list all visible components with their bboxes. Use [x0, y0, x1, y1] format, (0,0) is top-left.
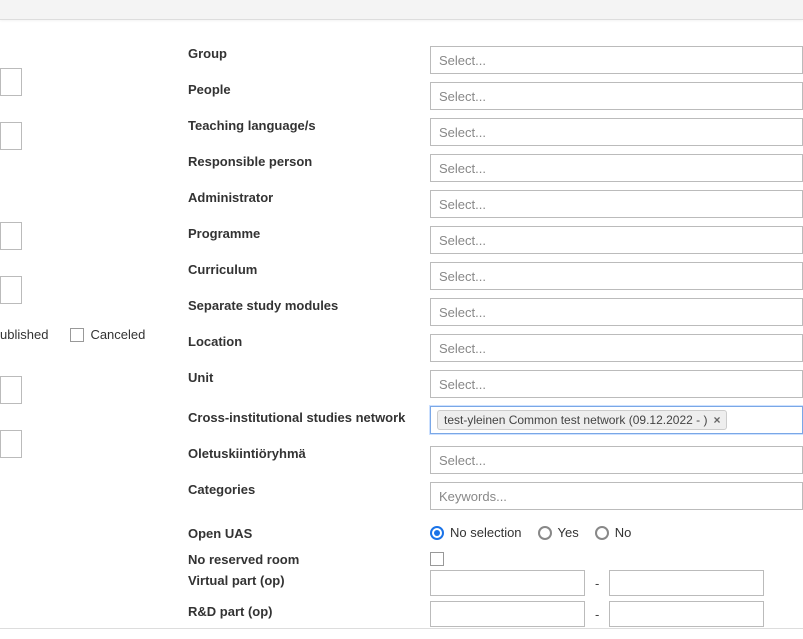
status-checkbox-row: ublished Canceled — [0, 327, 145, 342]
open-uas-no-selection-option[interactable]: No selection — [430, 525, 522, 540]
location-placeholder: Select... — [439, 341, 486, 356]
curriculum-select[interactable]: Select... — [430, 262, 803, 290]
administrator-placeholder: Select... — [439, 197, 486, 212]
radio-yes[interactable] — [538, 526, 552, 540]
teaching-language-placeholder: Select... — [439, 125, 486, 140]
open-uas-yes-option[interactable]: Yes — [538, 525, 579, 540]
canceled-checkbox[interactable] — [70, 328, 84, 342]
programme-placeholder: Select... — [439, 233, 486, 248]
open-uas-no-option[interactable]: No — [595, 525, 632, 540]
cross-institutional-select[interactable]: test-yleinen Common test network (09.12.… — [430, 406, 803, 434]
radio-no-selection[interactable] — [430, 526, 444, 540]
location-label: Location — [188, 334, 242, 349]
group-label: Group — [188, 46, 227, 61]
categories-input[interactable]: Keywords... — [430, 482, 803, 510]
categories-placeholder: Keywords... — [439, 489, 507, 504]
left-cut-input-2[interactable] — [0, 122, 22, 150]
group-placeholder: Select... — [439, 53, 486, 68]
administrator-label: Administrator — [188, 190, 273, 205]
virtual-part-label: Virtual part (op) — [188, 573, 285, 588]
cross-institutional-chip[interactable]: test-yleinen Common test network (09.12.… — [437, 410, 727, 430]
teaching-language-label: Teaching language/s — [188, 118, 316, 133]
left-cut-input-3[interactable] — [0, 222, 22, 250]
oletuskiintioryhma-select[interactable]: Select... — [430, 446, 803, 474]
rd-part-from-input[interactable] — [430, 601, 585, 627]
separate-study-modules-label: Separate study modules — [188, 298, 338, 313]
no-reserved-room-label: No reserved room — [188, 552, 299, 567]
people-label: People — [188, 82, 231, 97]
left-cut-input-1[interactable] — [0, 68, 22, 96]
people-select[interactable]: Select... — [430, 82, 803, 110]
responsible-person-placeholder: Select... — [439, 161, 486, 176]
no-reserved-room-row — [430, 552, 444, 566]
dash-separator-2: - — [595, 607, 599, 622]
left-cut-input-6[interactable] — [0, 430, 22, 458]
open-uas-label: Open UAS — [188, 526, 252, 541]
oletuskiintioryhma-placeholder: Select... — [439, 453, 486, 468]
open-uas-radio-group: No selection Yes No — [430, 525, 631, 540]
administrator-select[interactable]: Select... — [430, 190, 803, 218]
responsible-person-select[interactable]: Select... — [430, 154, 803, 182]
radio-no-label: No — [615, 525, 632, 540]
chip-remove-icon[interactable]: × — [713, 414, 720, 426]
radio-no[interactable] — [595, 526, 609, 540]
location-select[interactable]: Select... — [430, 334, 803, 362]
unit-placeholder: Select... — [439, 377, 486, 392]
unit-label: Unit — [188, 370, 213, 385]
oletuskiintioryhma-label: Oletuskiintiöryhmä — [188, 446, 306, 461]
radio-yes-label: Yes — [558, 525, 579, 540]
categories-label: Categories — [188, 482, 255, 497]
unit-select[interactable]: Select... — [430, 370, 803, 398]
rd-part-label: R&D part (op) — [188, 604, 273, 619]
programme-select[interactable]: Select... — [430, 226, 803, 254]
curriculum-placeholder: Select... — [439, 269, 486, 284]
cross-institutional-chip-text: test-yleinen Common test network (09.12.… — [444, 413, 707, 427]
virtual-part-range: - — [430, 570, 764, 596]
rd-part-to-input[interactable] — [609, 601, 764, 627]
virtual-part-from-input[interactable] — [430, 570, 585, 596]
bottom-divider — [0, 628, 803, 629]
separate-study-modules-select[interactable]: Select... — [430, 298, 803, 326]
dash-separator: - — [595, 576, 599, 591]
no-reserved-room-checkbox[interactable] — [430, 552, 444, 566]
radio-no-selection-label: No selection — [450, 525, 522, 540]
people-placeholder: Select... — [439, 89, 486, 104]
virtual-part-to-input[interactable] — [609, 570, 764, 596]
cross-institutional-label: Cross-institutional studies network — [188, 410, 405, 425]
top-toolbar — [0, 0, 803, 20]
canceled-label: Canceled — [90, 327, 145, 342]
curriculum-label: Curriculum — [188, 262, 257, 277]
separate-study-modules-placeholder: Select... — [439, 305, 486, 320]
responsible-person-label: Responsible person — [188, 154, 312, 169]
group-select[interactable]: Select... — [430, 46, 803, 74]
programme-label: Programme — [188, 226, 260, 241]
left-cut-input-4[interactable] — [0, 276, 22, 304]
rd-part-range: - — [430, 601, 764, 627]
published-label-partial: ublished — [0, 327, 48, 342]
left-cut-input-5[interactable] — [0, 376, 22, 404]
teaching-language-select[interactable]: Select... — [430, 118, 803, 146]
